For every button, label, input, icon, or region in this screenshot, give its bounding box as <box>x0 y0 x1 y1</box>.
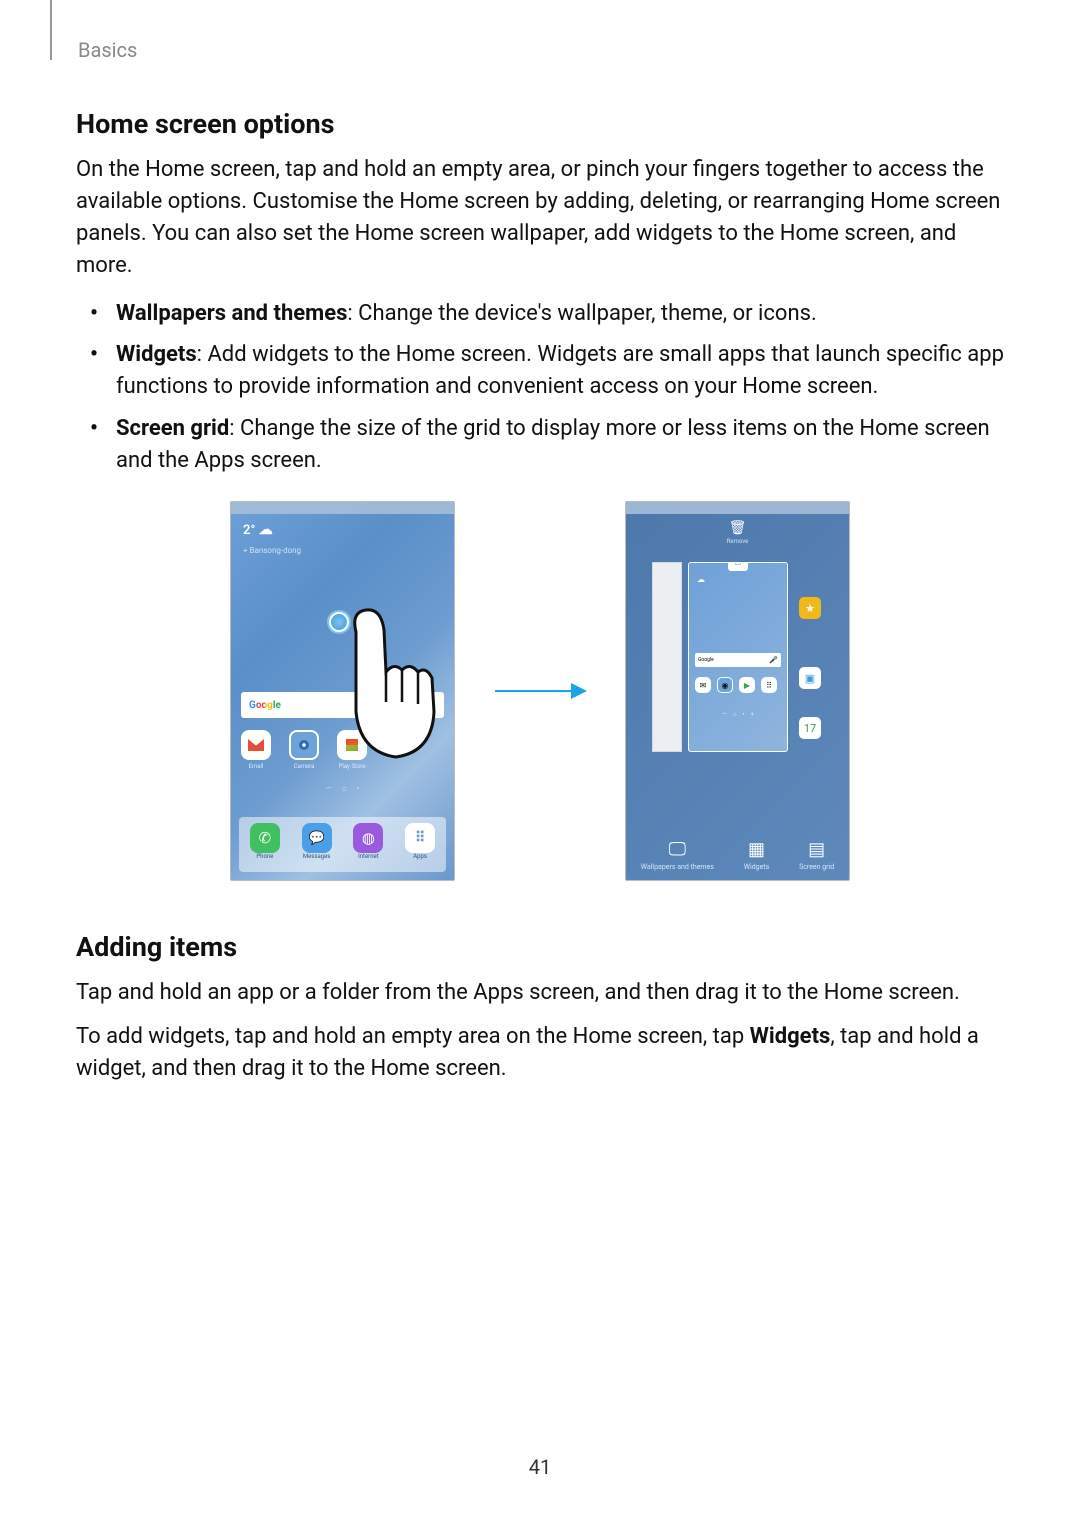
right-phone-screenshot: 🗑 Remove ⌂ ☁ Google 🎤 ✉ ◉ ▶ ⠿ —⌂•+ ★ ▣ <box>625 501 850 881</box>
option-screen-grid: ▤ Screen grid <box>799 837 834 872</box>
figure-home-screen-transition: 2° ☁ ⌖ Bansong-dong Google Email Camera … <box>76 501 1004 881</box>
touch-point-icon <box>329 612 349 632</box>
transition-arrow <box>495 690 585 692</box>
play-store-icon <box>337 730 367 760</box>
bullet-screen-grid: Screen grid: Change the size of the grid… <box>76 413 1004 477</box>
email-app: Email <box>241 730 271 770</box>
side-badge-icon: ▣ <box>799 667 821 689</box>
dock-apps-icon <box>405 823 435 853</box>
mini-app-row: ✉ ◉ ▶ ⠿ <box>695 677 781 693</box>
mini-play-icon: ▶ <box>739 677 755 693</box>
dock-messages-icon <box>302 823 332 853</box>
bullet-term: Screen grid <box>116 416 229 441</box>
google-logo: Google <box>249 700 281 711</box>
option-wallpapers: 🖵 Wallpapers and themes <box>641 837 714 872</box>
p2-widgets-bold: Widgets <box>750 1024 831 1049</box>
heading-home-screen-options: Home screen options <box>76 108 1004 140</box>
mini-page-indicator: —⌂•+ <box>689 711 787 718</box>
dock-phone-icon <box>250 823 280 853</box>
: Google 🎤 <box>695 653 781 667</box>
options-bullet-list: Wallpapers and themes: Change the device… <box>76 298 1004 477</box>
remove-trash-icon: 🗑 <box>729 520 747 536</box>
mini-camera-icon: ◉ <box>717 677 733 693</box>
dock: Phone Messages Internet Apps <box>239 817 446 872</box>
bullet-desc: : Add widgets to the Home screen. Widget… <box>116 342 1004 399</box>
camera-app: Camera <box>289 730 319 770</box>
breadcrumb: Basics <box>78 38 137 62</box>
weather-temp: 2° <box>243 523 255 538</box>
wallpapers-icon: 🖵 <box>664 837 690 861</box>
app-row: Email Camera Play Store <box>241 730 444 770</box>
page-tab-mark <box>50 0 52 60</box>
page-content: Home screen options On the Home screen, … <box>76 108 1004 1097</box>
camera-icon <box>289 730 319 760</box>
page-indicator: —⌂• <box>231 784 454 793</box>
home-badge-icon: ⌂ <box>728 562 748 571</box>
option-label: Widgets <box>744 864 769 872</box>
dock-label: Phone <box>250 853 280 860</box>
arrow-icon <box>495 690 585 692</box>
side-badge-calendar-icon: 17 <box>799 717 821 739</box>
location-pin-icon: ⌖ <box>243 546 248 555</box>
home-options-row: 🖵 Wallpapers and themes ▦ Widgets ▤ Scre… <box>626 837 849 872</box>
google-search-bar: Google <box>241 692 444 718</box>
remove-label: Remove <box>727 538 749 545</box>
dock-internet-icon <box>353 823 383 853</box>
weather-cloud-icon: ☁ <box>259 522 273 538</box>
left-phone-screenshot: 2° ☁ ⌖ Bansong-dong Google Email Camera … <box>230 501 455 881</box>
bullet-wallpapers: Wallpapers and themes: Change the device… <box>76 298 1004 330</box>
status-bar <box>231 502 454 514</box>
mini-folder-icon: ⠿ <box>761 677 777 693</box>
mini-email-icon: ✉ <box>695 677 711 693</box>
side-badge-icon: ★ <box>799 597 821 619</box>
left-panel-thumbnail <box>652 562 682 752</box>
status-bar <box>626 502 849 514</box>
play-store-app: Play Store <box>337 730 367 770</box>
intro-paragraph: On the Home screen, tap and hold an empt… <box>76 154 1004 282</box>
mini-weather: ☁ <box>697 575 705 584</box>
weather-location: ⌖ Bansong-dong <box>243 546 301 556</box>
p2-part-a: To add widgets, tap and hold an empty ar… <box>76 1024 750 1049</box>
app-label: Play Store <box>337 763 367 770</box>
adding-items-p1: Tap and hold an app or a folder from the… <box>76 977 1004 1009</box>
page-number: 41 <box>0 1455 1080 1479</box>
option-widgets: ▦ Widgets <box>743 837 769 872</box>
mic-icon: 🎤 <box>769 656 778 664</box>
dock-label: Messages <box>302 853 332 860</box>
bullet-term: Wallpapers and themes <box>116 301 347 326</box>
adding-items-p2: To add widgets, tap and hold an empty ar… <box>76 1021 1004 1085</box>
home-panel-mini: ⌂ ☁ Google 🎤 ✉ ◉ ▶ ⠿ —⌂•+ <box>688 562 788 752</box>
location-text: Bansong-dong <box>250 546 302 555</box>
mini-google-logo: Google <box>698 657 714 663</box>
section-adding-items: Adding items Tap and hold an app or a fo… <box>76 931 1004 1085</box>
app-label: Email <box>241 763 271 770</box>
bullet-desc: : Change the size of the grid to display… <box>116 416 990 473</box>
bullet-desc: : Change the device's wallpaper, theme, … <box>347 301 816 326</box>
app-label: Camera <box>289 763 319 770</box>
option-label: Screen grid <box>799 864 834 872</box>
weather-widget: 2° ☁ <box>243 522 273 538</box>
widgets-icon: ▦ <box>743 837 769 861</box>
bullet-term: Widgets <box>116 342 197 367</box>
option-label: Wallpapers and themes <box>641 864 714 872</box>
dock-label: Internet <box>353 853 383 860</box>
email-icon <box>241 730 271 760</box>
screen-grid-icon: ▤ <box>804 837 830 861</box>
dock-label: Apps <box>405 853 435 860</box>
bullet-widgets: Widgets: Add widgets to the Home screen.… <box>76 339 1004 403</box>
heading-adding-items: Adding items <box>76 931 1004 963</box>
